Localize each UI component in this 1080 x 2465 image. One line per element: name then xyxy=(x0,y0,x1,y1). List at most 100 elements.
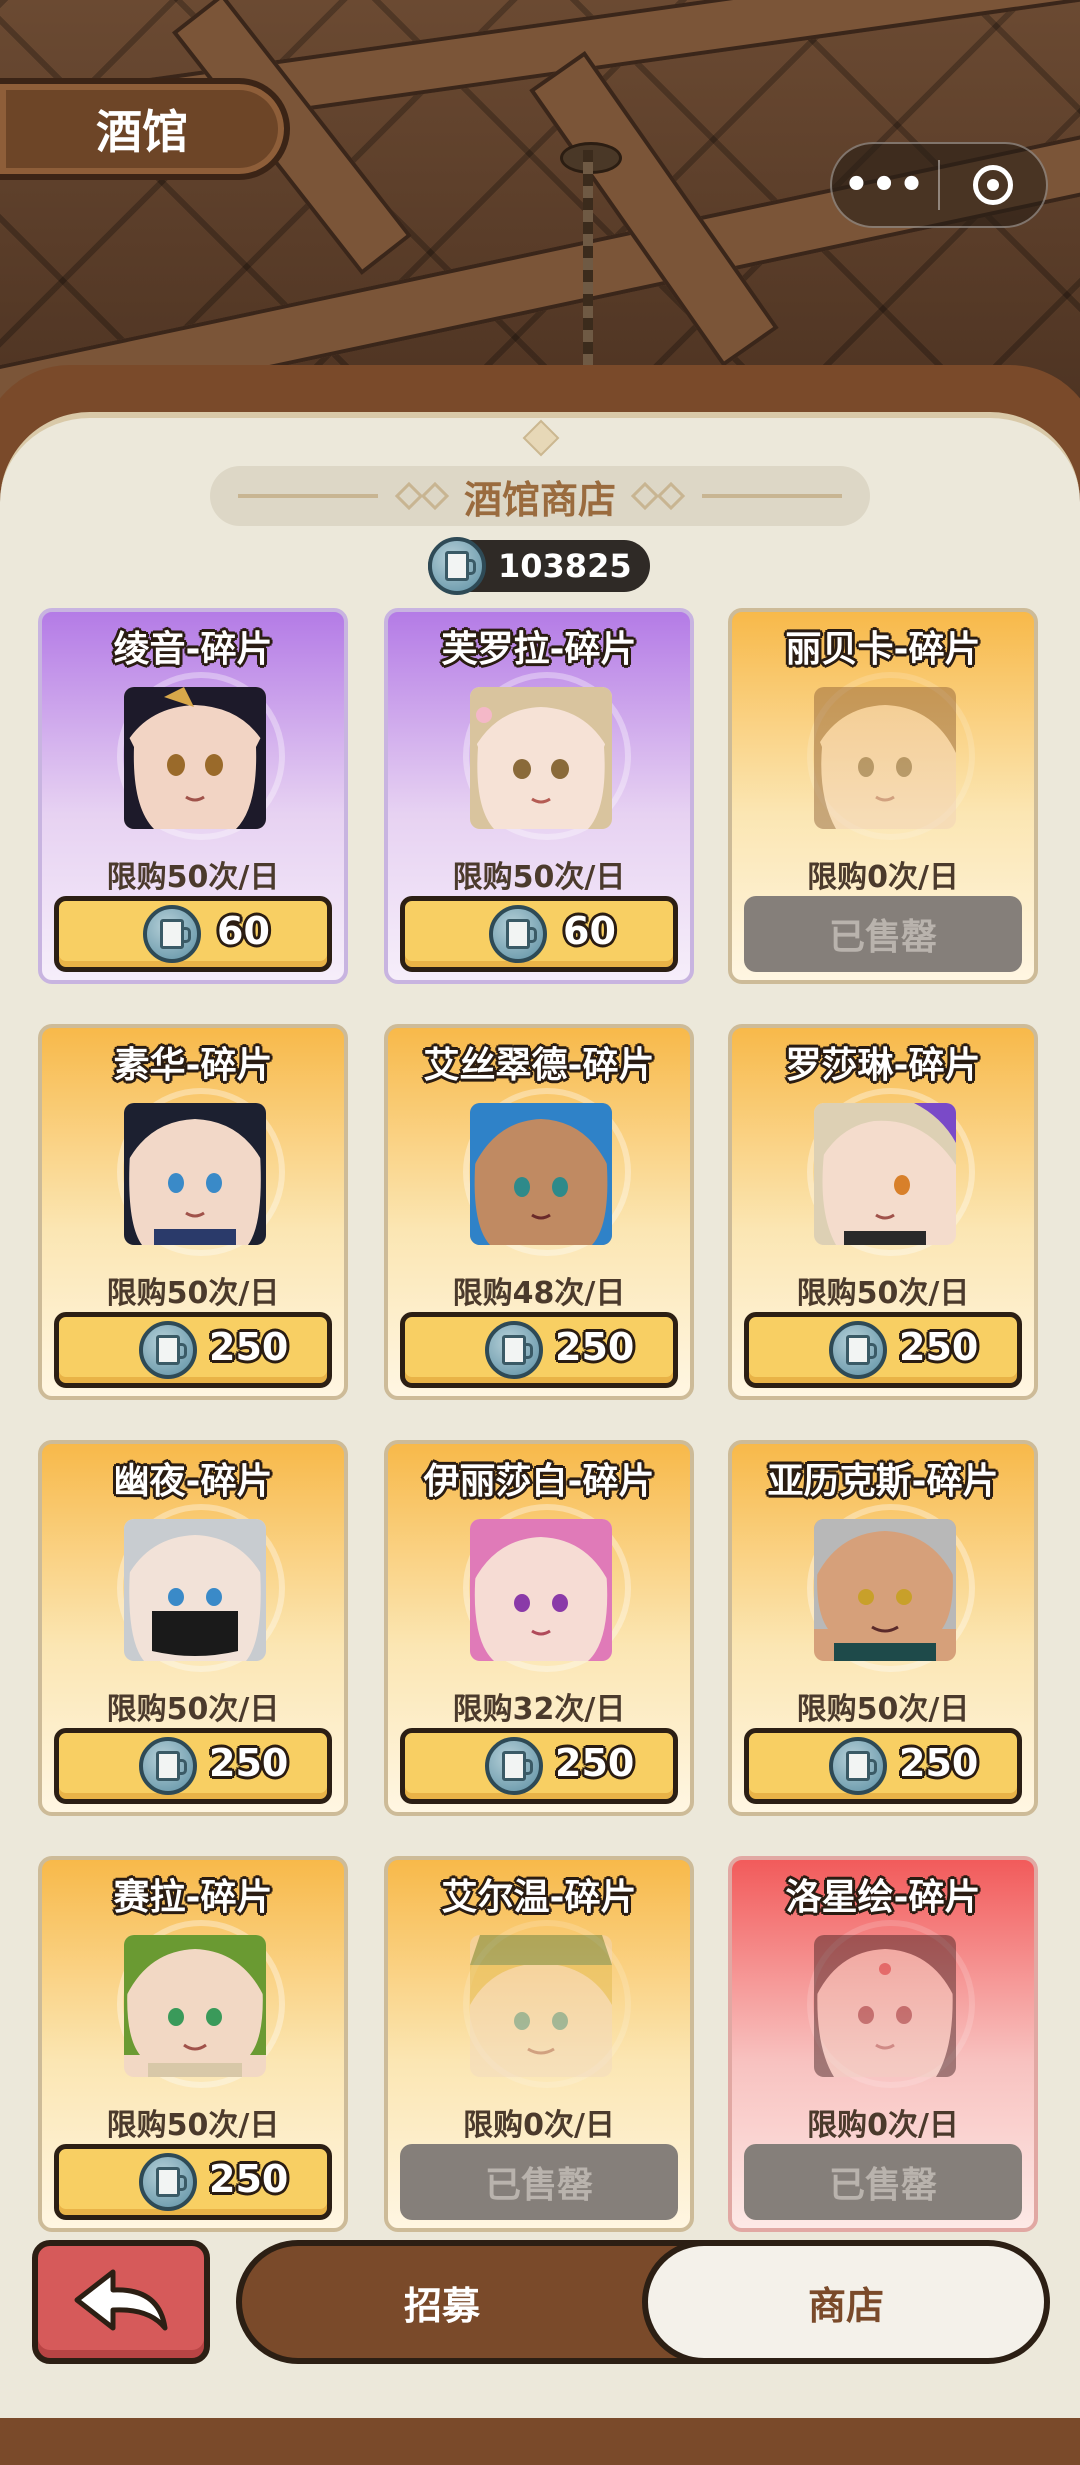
character-portrait xyxy=(814,1103,956,1245)
shop-title: 酒馆商店 xyxy=(463,477,616,522)
more-menu-button[interactable]: ••• xyxy=(832,144,938,226)
item-price: 250 xyxy=(209,1325,289,1369)
header-decor-diamond xyxy=(420,481,450,511)
character-portrait xyxy=(470,1103,612,1245)
item-name: 艾尔温-碎片 xyxy=(441,1877,637,1918)
close-mini-program-button[interactable] xyxy=(940,144,1046,226)
ale-mug-coin-icon xyxy=(489,905,547,963)
buy-button[interactable]: 250 xyxy=(744,1728,1022,1804)
shop-item-card: 洛星绘-碎片 限购0次/日 已售罄 xyxy=(728,1856,1038,2232)
purchase-limit: 限购50次/日 xyxy=(796,1692,970,1727)
item-name: 丽贝卡-碎片 xyxy=(785,629,981,670)
page-title-tab: 酒馆 xyxy=(0,78,290,180)
bottom-tab-bar: 招募 商店 xyxy=(236,2240,1050,2364)
purchase-limit: 限购50次/日 xyxy=(106,1276,280,1311)
header-decor-diamond xyxy=(656,481,686,511)
item-price: 60 xyxy=(217,909,270,953)
item-price: 60 xyxy=(563,909,616,953)
item-name: 绫音-碎片 xyxy=(113,629,273,670)
shop-item-card[interactable]: 素华-碎片 限购50次/日 250 xyxy=(38,1024,348,1400)
item-name: 洛星绘-碎片 xyxy=(785,1877,981,1918)
item-name: 亚历克斯-碎片 xyxy=(767,1461,999,1502)
purchase-limit: 限购50次/日 xyxy=(796,1276,970,1311)
item-name: 芙罗拉-碎片 xyxy=(441,629,637,670)
buy-button[interactable]: 60 xyxy=(400,896,678,972)
buy-button[interactable]: 250 xyxy=(54,1312,332,1388)
ale-mug-coin-icon xyxy=(139,1321,197,1379)
item-price: 250 xyxy=(209,2157,289,2201)
ale-mug-coin-icon xyxy=(829,1737,887,1795)
ale-mug-coin-icon xyxy=(428,537,486,595)
buy-button[interactable]: 250 xyxy=(744,1312,1022,1388)
item-name: 幽夜-碎片 xyxy=(113,1461,273,1502)
currency-display: 103825 xyxy=(428,537,650,595)
shop-item-card[interactable]: 亚历克斯-碎片 限购50次/日 250 xyxy=(728,1440,1038,1816)
sold-out-button: 已售罄 xyxy=(744,2144,1022,2220)
item-name: 罗莎琳-碎片 xyxy=(785,1045,981,1086)
shop-item-card: 丽贝卡-碎片 限购0次/日 已售罄 xyxy=(728,608,1038,984)
ale-mug-coin-icon xyxy=(485,1737,543,1795)
item-price: 250 xyxy=(555,1741,635,1785)
target-circle-icon xyxy=(973,165,1013,205)
back-arrow-icon xyxy=(74,2269,168,2331)
purchase-limit: 限购48次/日 xyxy=(452,1276,626,1311)
purchase-limit: 限购0次/日 xyxy=(807,2108,959,2143)
buy-button[interactable]: 250 xyxy=(400,1312,678,1388)
character-portrait xyxy=(124,1935,266,2077)
character-portrait xyxy=(470,1935,612,2077)
ale-mug-coin-icon xyxy=(139,1737,197,1795)
header-decor-diamond xyxy=(394,481,424,511)
more-dots-icon: ••• xyxy=(843,162,927,208)
buy-button[interactable]: 60 xyxy=(54,896,332,972)
back-button[interactable] xyxy=(32,2240,210,2364)
character-portrait xyxy=(814,687,956,829)
mini-program-capsule: ••• xyxy=(830,142,1048,228)
tab-recruit[interactable]: 招募 xyxy=(242,2246,642,2358)
header-decor-line xyxy=(237,494,378,498)
character-portrait xyxy=(124,687,266,829)
ale-mug-coin-icon xyxy=(829,1321,887,1379)
header-decor-line xyxy=(702,494,842,498)
shop-item-card: 艾尔温-碎片 限购0次/日 已售罄 xyxy=(384,1856,694,2232)
purchase-limit: 限购50次/日 xyxy=(106,1692,280,1727)
purchase-limit: 限购32次/日 xyxy=(452,1692,626,1727)
shop-item-card[interactable]: 绫音-碎片 限购50次/日 60 xyxy=(38,608,348,984)
buy-button[interactable]: 250 xyxy=(54,1728,332,1804)
tab-shop[interactable]: 商店 xyxy=(642,2240,1050,2364)
buy-button[interactable]: 250 xyxy=(54,2144,332,2220)
shop-item-card[interactable]: 艾丝翠德-碎片 限购48次/日 250 xyxy=(384,1024,694,1400)
purchase-limit: 限购0次/日 xyxy=(463,2108,615,2143)
sold-out-button: 已售罄 xyxy=(744,896,1022,972)
item-price: 250 xyxy=(899,1325,979,1369)
lamp-chain xyxy=(583,150,593,370)
character-portrait xyxy=(124,1519,266,1661)
item-price: 250 xyxy=(899,1741,979,1785)
shop-item-card[interactable]: 罗莎琳-碎片 限购50次/日 250 xyxy=(728,1024,1038,1400)
character-portrait xyxy=(814,1519,956,1661)
purchase-limit: 限购0次/日 xyxy=(807,860,959,895)
item-name: 素华-碎片 xyxy=(113,1045,273,1086)
ale-mug-coin-icon xyxy=(485,1321,543,1379)
page-title: 酒馆 xyxy=(96,105,188,159)
shop-header: 酒馆商店 xyxy=(210,466,870,526)
item-name: 伊丽莎白-碎片 xyxy=(423,1461,655,1502)
ale-mug-coin-icon xyxy=(139,2153,197,2211)
currency-amount: 103825 xyxy=(498,547,632,585)
character-portrait xyxy=(124,1103,266,1245)
ale-mug-coin-icon xyxy=(143,905,201,963)
purchase-limit: 限购50次/日 xyxy=(106,2108,280,2143)
character-portrait xyxy=(470,1519,612,1661)
item-price: 250 xyxy=(555,1325,635,1369)
shop-item-card[interactable]: 芙罗拉-碎片 限购50次/日 60 xyxy=(384,608,694,984)
shop-item-card[interactable]: 幽夜-碎片 限购50次/日 250 xyxy=(38,1440,348,1816)
buy-button[interactable]: 250 xyxy=(400,1728,678,1804)
shop-item-card[interactable]: 伊丽莎白-碎片 限购32次/日 250 xyxy=(384,1440,694,1816)
sold-out-button: 已售罄 xyxy=(400,2144,678,2220)
shop-item-card[interactable]: 赛拉-碎片 限购50次/日 250 xyxy=(38,1856,348,2232)
item-name: 赛拉-碎片 xyxy=(113,1877,273,1918)
character-portrait xyxy=(470,687,612,829)
header-decor-diamond xyxy=(630,481,660,511)
purchase-limit: 限购50次/日 xyxy=(106,860,280,895)
purchase-limit: 限购50次/日 xyxy=(452,860,626,895)
character-portrait xyxy=(814,1935,956,2077)
